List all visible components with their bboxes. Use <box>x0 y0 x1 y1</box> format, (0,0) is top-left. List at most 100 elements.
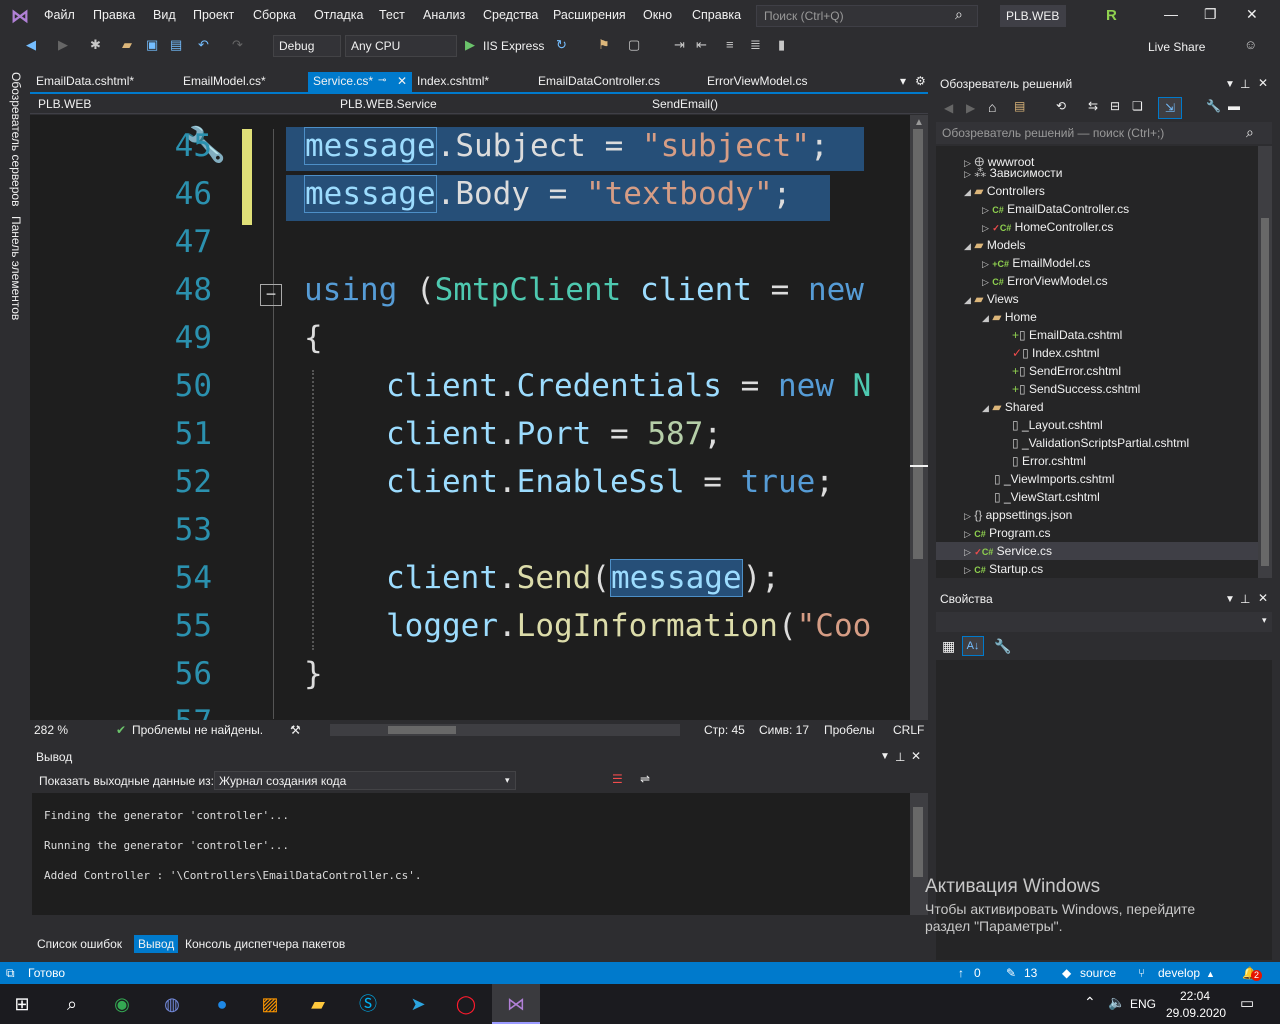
pin-icon[interactable]: ⊸ <box>378 75 386 86</box>
collapse-all-icon[interactable]: ⊟ <box>1110 99 1120 113</box>
word-wrap-icon[interactable]: ⇌ <box>640 772 650 786</box>
tab-close-icon[interactable]: ✕ <box>397 74 407 88</box>
class-nav-combo[interactable]: PLB.WEB.Service <box>336 95 441 113</box>
action-center-icon[interactable]: ▭ <box>1240 994 1254 1012</box>
close-icon[interactable]: ✕ <box>1246 6 1258 23</box>
zoom-select[interactable]: 282 % <box>34 723 68 737</box>
platform-select[interactable]: Any CPU <box>345 35 457 57</box>
pin-icon[interactable]: ⊥ <box>1240 592 1250 606</box>
menu-help[interactable]: Справка <box>692 8 741 22</box>
menu-debug[interactable]: Отладка <box>314 8 363 22</box>
pending-changes-icon[interactable]: ⟲ <box>1056 99 1066 113</box>
redo-icon[interactable]: ↷ <box>232 37 243 57</box>
member-nav-combo[interactable]: SendEmail() <box>648 95 722 113</box>
preview-icon[interactable]: ▬ <box>1228 99 1240 113</box>
arrow-up-icon[interactable]: ↑ <box>958 966 964 980</box>
tree-item-home[interactable]: ◢ ▰ Home <box>982 310 1037 324</box>
pin-icon[interactable]: ⊥ <box>1240 77 1250 91</box>
panel-close-icon[interactable]: ✕ <box>1258 591 1268 605</box>
run-target-button[interactable]: IIS Express <box>483 39 544 53</box>
panel-close-icon[interactable]: ✕ <box>911 749 921 763</box>
tree-item-controllers[interactable]: ◢ ▰ Controllers <box>964 184 1045 198</box>
refresh-icon[interactable]: ↻ <box>556 37 567 57</box>
tree-scroll-thumb[interactable] <box>1261 218 1269 566</box>
back-icon[interactable]: ◀ <box>26 37 36 57</box>
live-share-button[interactable]: Live Share <box>1148 40 1205 54</box>
tree-item-views[interactable]: ◢ ▰ Views <box>964 292 1019 306</box>
tree-item-models[interactable]: ◢ ▰ Models <box>964 238 1026 252</box>
chevron-up-icon[interactable]: ⌃ <box>1084 994 1096 1011</box>
search-icon[interactable]: ⌕ <box>955 6 963 23</box>
back-icon[interactable]: ◀ <box>944 101 953 115</box>
configuration-select[interactable]: Debug <box>273 35 341 57</box>
tree-item-dependencies[interactable]: ▷ ⁂ Зависимости <box>964 166 1062 180</box>
properties-object-select[interactable] <box>936 612 1272 632</box>
tab-error-list[interactable]: Список ошибок <box>37 937 122 951</box>
tree-item-homecontroller[interactable]: ▷ ✓C# HomeController.cs <box>982 220 1113 234</box>
pencil-icon[interactable]: ✎ <box>1006 966 1016 980</box>
project-nav-combo[interactable]: PLB.WEB <box>34 95 95 113</box>
visual-studio-logo-icon[interactable]: ⋈ <box>8 6 32 26</box>
panel-menu-icon[interactable]: ▼ <box>1225 79 1235 90</box>
toolbox-tab[interactable]: Панель элементов <box>9 216 23 320</box>
run-icon[interactable]: ▶ <box>465 37 475 57</box>
code-cleanup-icon[interactable]: ⚒ <box>290 723 301 737</box>
output-text[interactable]: Finding the generator 'controller'... Ru… <box>32 793 910 915</box>
tree-item-shared[interactable]: ◢ ▰ Shared <box>982 400 1044 414</box>
editor-scrollbar[interactable]: ▲ <box>910 115 928 720</box>
tree-item-startup[interactable]: ▷ C# Startup.cs <box>964 562 1043 576</box>
changes-count[interactable]: 13 <box>1024 966 1037 980</box>
panel-menu-icon[interactable]: ▼ <box>880 751 890 762</box>
volume-icon[interactable]: 🔈 <box>1108 994 1125 1011</box>
chevron-down-icon[interactable]: ▾ <box>505 775 510 786</box>
new-project-icon[interactable]: ✱ <box>90 37 101 57</box>
whitespace-indicator[interactable]: Пробелы <box>824 723 875 737</box>
tree-item-index-cshtml[interactable]: ✓▯ Index.cshtml <box>1012 346 1099 360</box>
opera-icon[interactable]: ◯ <box>454 992 478 1016</box>
eol-indicator[interactable]: CRLF <box>893 723 924 737</box>
forward-icon[interactable]: ▶ <box>58 37 68 57</box>
tree-item-viewstart-cshtml[interactable]: ▯ _ViewStart.cshtml <box>994 490 1100 504</box>
outdent-icon[interactable]: ⇤ <box>696 37 707 57</box>
settings-icon[interactable]: ⚙ <box>915 74 926 88</box>
tree-item-emailmodel[interactable]: ▷ +C# EmailModel.cs <box>982 256 1090 270</box>
telegram-icon[interactable]: ➤ <box>406 992 430 1016</box>
menu-extensions[interactable]: Расширения <box>553 8 626 22</box>
sync-icon[interactable]: ⇆ <box>1088 99 1098 113</box>
output-source-select[interactable]: Журнал создания кода <box>214 771 516 790</box>
tab-errorviewmodel-cs[interactable]: ErrorViewModel.cs <box>707 74 807 88</box>
tree-item-viewimports-cshtml[interactable]: ▯ _ViewImports.cshtml <box>994 472 1114 486</box>
menu-project[interactable]: Проект <box>193 8 234 22</box>
tree-item-appsettings[interactable]: ▷ {} appsettings.json <box>964 508 1072 522</box>
menu-test[interactable]: Тест <box>379 8 405 22</box>
visual-studio-icon[interactable]: ⋈ <box>504 992 528 1016</box>
clock-time[interactable]: 22:04 <box>1180 989 1210 1003</box>
tab-package-manager[interactable]: Консоль диспетчера пакетов <box>185 937 345 951</box>
file-explorer-icon[interactable]: ▰ <box>306 992 330 1016</box>
menu-build[interactable]: Сборка <box>253 8 296 22</box>
show-all-files-icon[interactable]: ❏ <box>1132 99 1143 113</box>
clock-date[interactable]: 29.09.2020 <box>1166 1006 1226 1020</box>
properties-wrench-icon[interactable]: 🔧 <box>1206 99 1221 113</box>
output-scroll-thumb[interactable] <box>913 807 923 877</box>
tree-item-program[interactable]: ▷ C# Program.cs <box>964 526 1050 540</box>
language-indicator[interactable]: ENG <box>1130 997 1156 1011</box>
save-icon[interactable]: ▣ <box>146 37 158 57</box>
menu-analyze[interactable]: Анализ <box>423 8 465 22</box>
track-active-item-icon[interactable]: ⇲ <box>1158 97 1182 119</box>
uncomment-icon[interactable]: ≣ <box>750 37 761 57</box>
undo-icon[interactable]: ↶ <box>198 37 209 57</box>
tree-item-senderror-cshtml[interactable]: +▯ SendError.cshtml <box>1012 364 1121 378</box>
menu-file[interactable]: Файл <box>44 8 75 22</box>
menu-view[interactable]: Вид <box>153 8 176 22</box>
tab-emaildatacontroller-cs[interactable]: EmailDataController.cs <box>538 74 660 88</box>
property-pages-icon[interactable]: 🔧 <box>994 638 1011 655</box>
tab-output[interactable]: Вывод <box>134 935 179 953</box>
hscroll-thumb[interactable] <box>388 726 456 734</box>
comment-icon[interactable]: ≡ <box>726 37 734 57</box>
alphabetical-icon[interactable]: A↓ <box>962 636 984 656</box>
repository-name[interactable]: source <box>1080 966 1116 980</box>
tab-overflow-icon[interactable]: ▾ <box>900 74 906 88</box>
feedback-icon[interactable]: ☺ <box>1244 37 1257 57</box>
issues-status[interactable]: Проблемы не найдены. <box>132 723 263 737</box>
